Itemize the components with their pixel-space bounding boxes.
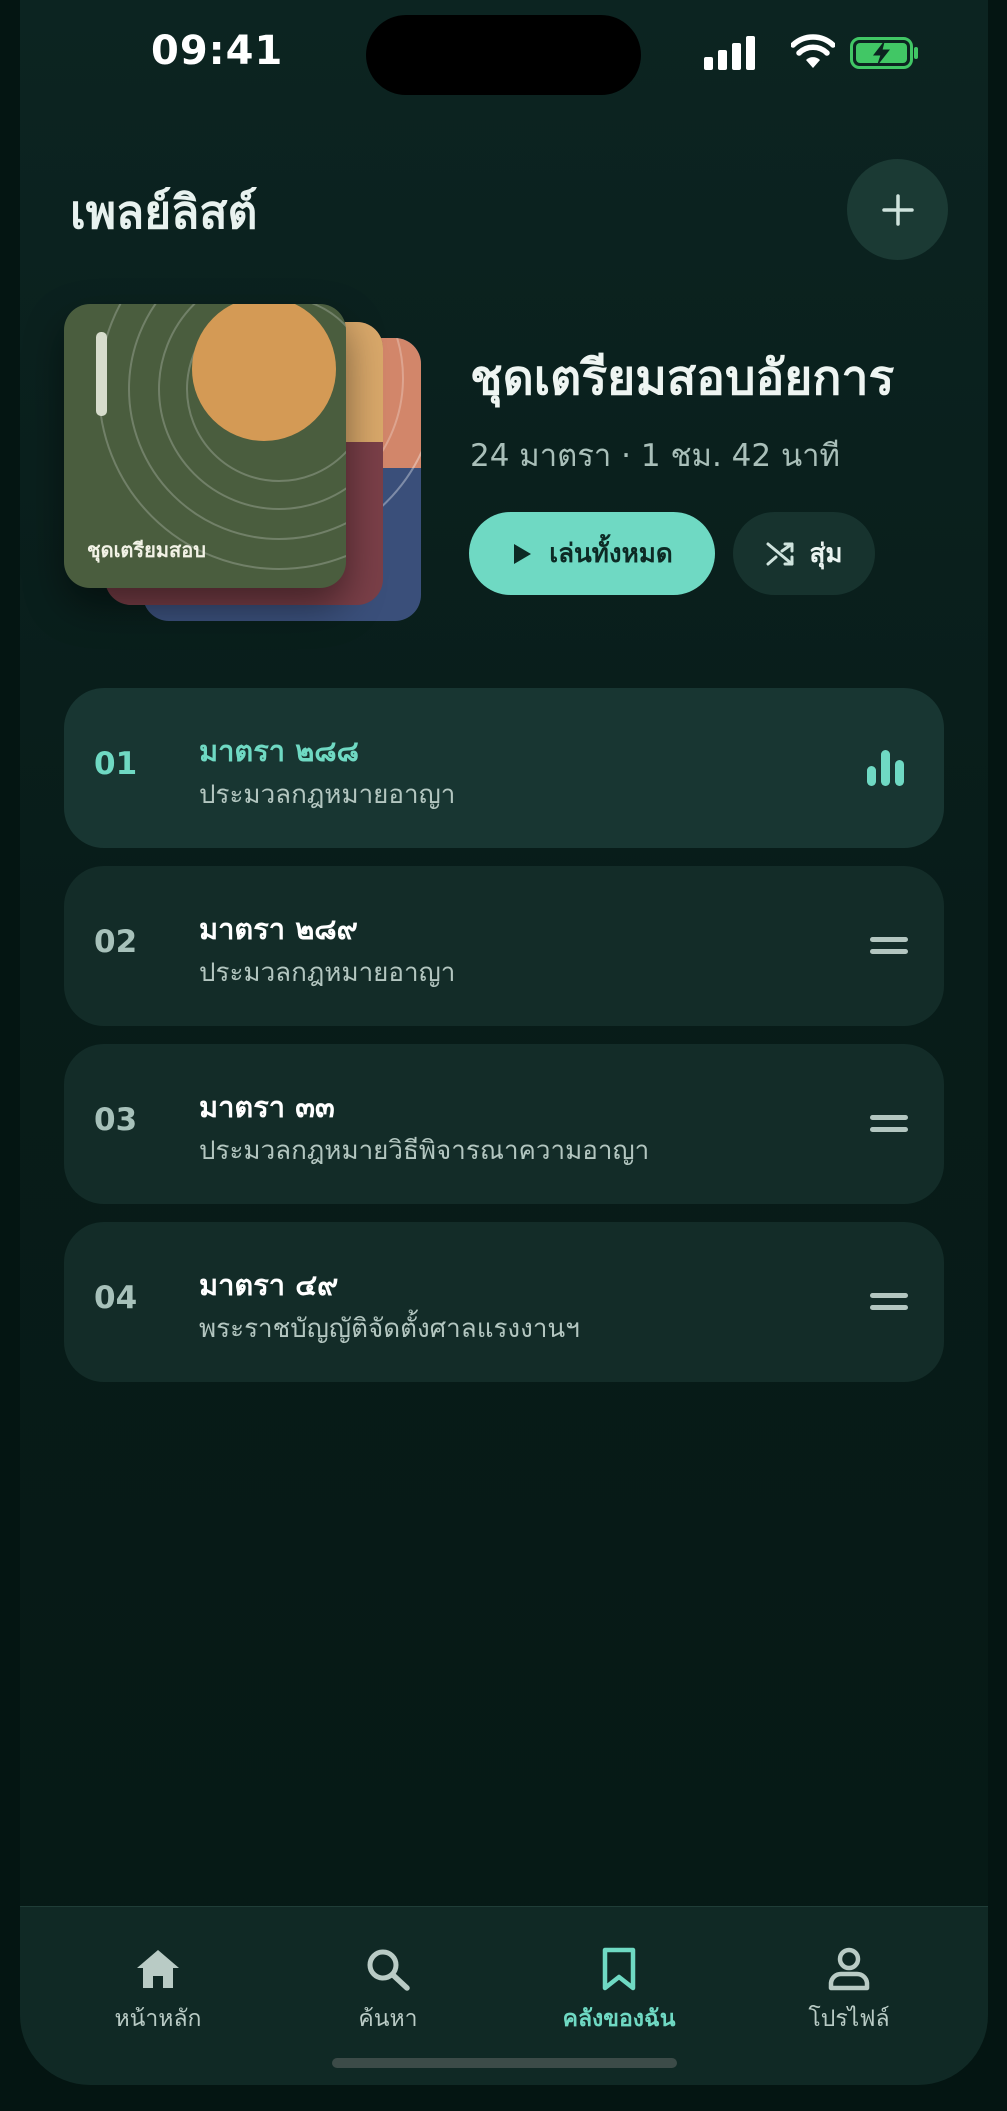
nav-label: ค้นหา	[358, 2006, 418, 2032]
play-all-label: เล่นทั้งหมด	[549, 539, 673, 569]
drag-handle-icon[interactable]	[870, 1113, 908, 1135]
track-title: มาตรา ๒๘๙	[199, 912, 358, 946]
nav-label: คลังของฉัน	[562, 2006, 676, 2032]
home-icon	[137, 1950, 179, 1988]
track-row[interactable]: 04 มาตรา ๔๙ พระราชบัญญัติจัดตั้งศาลแรงงา…	[64, 1222, 944, 1382]
track-title: มาตรา ๒๘๘	[199, 734, 360, 768]
add-playlist-button[interactable]	[847, 159, 948, 260]
track-row[interactable]: 03 มาตรา ๓๓ ประมวลกฎหมายวิธีพิจารณาความอ…	[64, 1044, 944, 1204]
play-icon	[514, 543, 532, 564]
nav-item-home[interactable]: หน้าหลัก	[58, 1947, 258, 2037]
search-icon	[367, 1949, 410, 1991]
track-row[interactable]: 02 มาตรา ๒๘๙ ประมวลกฎหมายอาญา	[64, 866, 944, 1026]
shuffle-icon	[766, 542, 794, 565]
phone-screen: 09:41 เพลย์ลิสต์ ชุดเตรียมสอบ ชุดเตรียมส…	[20, 0, 988, 2085]
profile-icon	[828, 1947, 870, 1991]
track-number: 04	[94, 1280, 138, 1316]
status-time: 09:41	[151, 28, 284, 74]
bookmark-icon	[602, 1947, 636, 1991]
playlist-meta: 24 มาตรา · 1 ชม. 42 นาที	[470, 438, 840, 474]
drag-handle-icon[interactable]	[870, 935, 908, 957]
track-subtitle: พระราชบัญญัติจัดตั้งศาลแรงงานฯ	[199, 1314, 580, 1344]
drag-handle-icon[interactable]	[870, 1291, 908, 1313]
nav-item-search[interactable]: ค้นหา	[288, 1947, 488, 2037]
home-indicator[interactable]	[332, 2058, 677, 2068]
playlist-name: ชุดเตรียมสอบอัยการ	[470, 350, 895, 406]
shuffle-label: สุ่ม	[809, 539, 843, 569]
track-subtitle: ประมวลกฎหมายอาญา	[199, 958, 456, 988]
track-title: มาตรา ๔๙	[199, 1268, 339, 1302]
equalizer-icon	[867, 750, 904, 786]
track-number: 03	[94, 1102, 138, 1138]
dynamic-island	[366, 15, 641, 95]
battery-charging-icon	[850, 37, 918, 69]
track-subtitle: ประมวลกฎหมายวิธีพิจารณาความอาญา	[199, 1136, 650, 1166]
playlist-cover: ชุดเตรียมสอบ	[64, 304, 346, 588]
track-subtitle: ประมวลกฎหมายอาญา	[199, 780, 456, 810]
plus-icon	[881, 193, 914, 226]
page-title: เพลย์ลิสต์	[70, 185, 258, 239]
signal-icon	[704, 34, 758, 70]
cover-label: ชุดเตรียมสอบ	[87, 538, 206, 562]
play-all-button[interactable]: เล่นทั้งหมด	[469, 512, 715, 595]
nav-label: หน้าหลัก	[114, 2006, 202, 2032]
track-number: 02	[94, 924, 138, 960]
shuffle-button[interactable]: สุ่ม	[733, 512, 875, 595]
wifi-icon	[791, 34, 835, 68]
nav-item-library[interactable]: คลังของฉัน	[519, 1947, 719, 2037]
nav-item-profile[interactable]: โปรไฟล์	[749, 1947, 949, 2037]
track-title: มาตรา ๓๓	[199, 1090, 335, 1124]
track-row[interactable]: 01 มาตรา ๒๘๘ ประมวลกฎหมายอาญา	[64, 688, 944, 848]
track-number: 01	[94, 746, 138, 782]
nav-label: โปรไฟล์	[808, 2006, 890, 2032]
